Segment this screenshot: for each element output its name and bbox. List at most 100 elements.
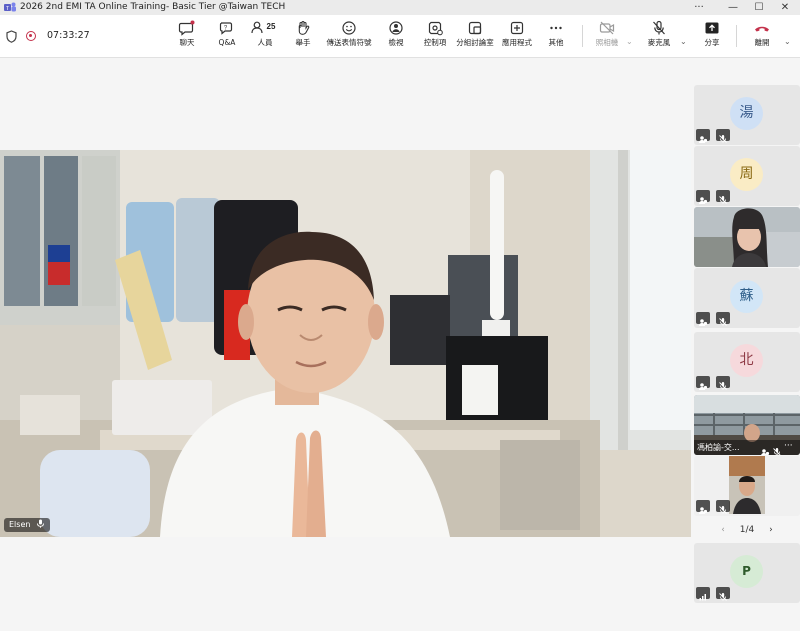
pager-next-button[interactable]: › (769, 525, 773, 535)
toolbar-divider (736, 25, 737, 47)
people-button[interactable]: 25 人員 (248, 19, 282, 55)
participant-tile[interactable]: 周 (694, 146, 800, 206)
chat-label: 聊天 (179, 38, 195, 47)
share-icon (705, 22, 719, 34)
participant-tile[interactable]: 湯 (694, 85, 800, 145)
avatar: 周 (730, 158, 763, 191)
participant-tile[interactable]: 北 (694, 332, 800, 392)
participant-status-badges (696, 376, 731, 390)
contact-icon (696, 190, 710, 204)
mic-off-icon (716, 376, 731, 390)
signal-strength-icon (696, 587, 710, 601)
participant-status-badges (696, 312, 731, 326)
meeting-toolbar: 07:33:27 聊天 ? Q&A 25 人員 舉手 傳送表情符號 檢視 控制項… (0, 15, 800, 58)
camera-options-chevron-icon[interactable]: ⌄ (626, 37, 633, 46)
window-more-button[interactable]: ··· (682, 0, 716, 15)
breakout-button[interactable]: 分組討論室 (455, 19, 495, 55)
mic-off-icon (653, 20, 665, 35)
contact-icon (696, 500, 710, 514)
participant-video-tile[interactable] (694, 207, 800, 267)
qa-icon: ? (219, 22, 233, 35)
view-label: 檢視 (388, 38, 404, 47)
people-count: 25 (267, 22, 276, 31)
people-icon: 25 (251, 21, 276, 34)
speaker-name: Elsen (9, 520, 31, 529)
qa-label: Q&A (218, 38, 236, 47)
share-button[interactable]: 分享 (699, 19, 725, 55)
mic-off-icon (772, 442, 782, 455)
participant-status-badges (696, 500, 731, 514)
apps-button[interactable]: 應用程式 (500, 19, 534, 55)
phone-icon (755, 26, 769, 32)
view-icon (389, 21, 403, 35)
participant-name: 馮柏諭-交... (697, 443, 740, 452)
leave-button[interactable]: 離開 (748, 19, 776, 55)
teams-logo-icon: T (4, 2, 16, 12)
share-label: 分享 (704, 38, 720, 47)
chat-icon (178, 20, 195, 36)
apps-label: 應用程式 (502, 38, 532, 47)
breakout-icon (468, 21, 482, 35)
mic-label: 麥克風 (647, 38, 671, 47)
participant-tile[interactable]: P (694, 543, 800, 603)
chat-button[interactable]: 聊天 (172, 19, 202, 55)
people-label: 人員 (257, 38, 273, 47)
camera-label: 照相機 (595, 38, 619, 47)
rail-pager: ‹ 1/4 › (694, 523, 800, 537)
participant-name-bar: 馮柏諭-交... ··· (694, 440, 800, 455)
tile-more-options-icon[interactable]: ··· (784, 440, 793, 453)
main-speaker-video[interactable]: Elsen (0, 150, 691, 537)
participant-video-tile[interactable]: 馮柏諭-交... ··· (694, 395, 800, 455)
mic-off-icon (716, 500, 731, 514)
pager-indicator: 1/4 (739, 525, 755, 535)
react-button[interactable]: 傳送表情符號 (324, 19, 374, 55)
window-title: 2026 2nd EMI TA Online Training- Basic T… (20, 2, 286, 12)
hand-icon (298, 20, 310, 35)
participant-tile[interactable]: 蘇 (694, 268, 800, 328)
contact-icon (696, 312, 710, 326)
recording-indicator-icon (26, 31, 36, 41)
window-title-bar: T 2026 2nd EMI TA Online Training- Basic… (0, 0, 800, 15)
participant-status-badges (696, 190, 731, 204)
avatar: P (730, 555, 763, 588)
plus-icon (510, 21, 524, 35)
camera-off-icon (599, 21, 615, 35)
contact-icon (760, 442, 770, 455)
controls-label: 控制項 (423, 38, 447, 47)
breakout-label: 分組討論室 (456, 38, 494, 47)
react-label: 傳送表情符號 (326, 38, 372, 47)
speaker-name-tag: Elsen (4, 518, 50, 532)
raise-hand-button[interactable]: 舉手 (288, 19, 318, 55)
participant-status-badges (696, 129, 731, 143)
avatar: 湯 (730, 97, 763, 130)
participant-status-badges (696, 587, 731, 601)
ellipsis-icon (550, 26, 562, 30)
more-label: 其他 (548, 38, 564, 47)
video-feed-image (0, 150, 691, 537)
mic-off-icon (716, 190, 731, 204)
view-button[interactable]: 檢視 (382, 19, 410, 55)
leave-label: 離開 (754, 38, 770, 47)
leave-options-chevron-icon[interactable]: ⌄ (784, 37, 791, 46)
contact-icon (696, 376, 710, 390)
pager-prev-button[interactable]: ‹ (721, 525, 725, 535)
raise-hand-label: 舉手 (295, 38, 311, 47)
avatar: 蘇 (730, 280, 763, 313)
more-button[interactable]: 其他 (542, 19, 570, 55)
controls-icon (428, 21, 443, 36)
toolbar-divider (582, 25, 583, 47)
mic-button[interactable]: 麥克風 (644, 19, 674, 55)
smiley-icon (342, 21, 356, 35)
mic-options-chevron-icon[interactable]: ⌄ (680, 37, 687, 46)
shield-icon[interactable] (6, 30, 17, 43)
controls-button[interactable]: 控制項 (420, 19, 450, 55)
contact-icon (696, 129, 710, 143)
participant-video-image (729, 456, 765, 514)
participant-video-tile[interactable] (694, 456, 800, 516)
camera-button[interactable]: 照相機 (590, 19, 624, 55)
close-window-button[interactable]: ✕ (768, 0, 800, 15)
mic-off-icon (716, 587, 731, 601)
qa-button[interactable]: ? Q&A (211, 19, 243, 55)
meeting-timer: 07:33:27 (47, 30, 90, 41)
participant-video-image (694, 207, 800, 267)
